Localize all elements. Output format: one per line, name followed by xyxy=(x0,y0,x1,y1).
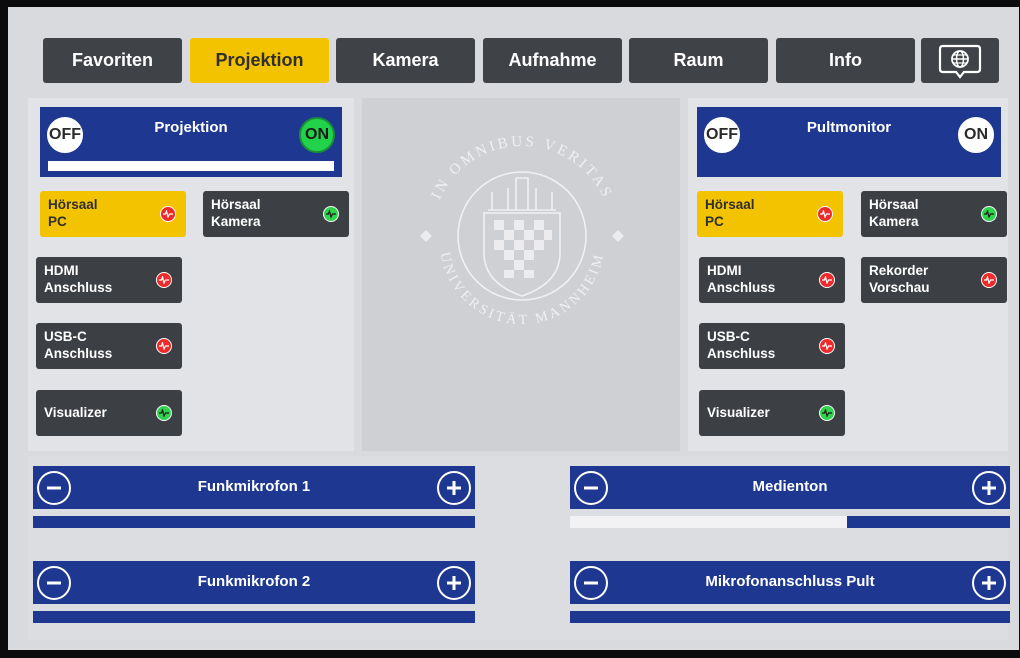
source-label: Hörsaal PC xyxy=(705,197,755,229)
right-source-hoersaal-pc[interactable]: Hörsaal PC xyxy=(697,191,843,237)
left-display-panel: OFF Projektion ON Hörsaal PC Hörsaal Kam… xyxy=(28,98,354,451)
tab-label: Projektion xyxy=(215,50,304,70)
volume-up-button[interactable] xyxy=(972,471,1006,505)
right-source-hoersaal-kamera[interactable]: Hörsaal Kamera xyxy=(861,191,1007,237)
touch-panel-screen: Favoriten Projektion Kamera Aufnahme Rau… xyxy=(8,7,1019,650)
tab-label: Kamera xyxy=(372,50,439,70)
volume-funkmikrofon-1: Funkmikrofon 1 xyxy=(33,466,475,530)
tab-label: Info xyxy=(829,50,862,70)
volume-mikrofonanschluss-pult: Mikrofonanschluss Pult xyxy=(570,561,1010,625)
volume-label: Mikrofonanschluss Pult xyxy=(705,573,875,590)
signal-green-icon xyxy=(819,405,835,421)
tab-aufnahme[interactable]: Aufnahme xyxy=(483,38,622,83)
volume-up-button[interactable] xyxy=(972,566,1006,600)
plus-icon xyxy=(982,576,996,590)
plus-icon xyxy=(447,576,461,590)
preview-area: IN OMNIBUS VERITAS UNIVERSITÄT MANNHEIM xyxy=(362,98,680,451)
left-source-hoersaal-kamera[interactable]: Hörsaal Kamera xyxy=(203,191,349,237)
source-label: Visualizer xyxy=(44,405,107,420)
source-label: Hörsaal Kamera xyxy=(211,197,261,229)
tab-kamera[interactable]: Kamera xyxy=(336,38,475,83)
signal-green-icon xyxy=(156,405,172,421)
signal-red-icon xyxy=(817,206,833,222)
right-source-usbc[interactable]: USB-C Anschluss xyxy=(699,323,845,369)
volume-slider[interactable] xyxy=(33,611,475,623)
volume-up-button[interactable] xyxy=(437,566,471,600)
tab-label: Aufnahme xyxy=(508,50,597,70)
source-label: HDMI Anschluss xyxy=(707,263,776,295)
tab-label: Favoriten xyxy=(71,50,154,70)
projektion-title: Projektion xyxy=(154,119,228,136)
svg-text:IN OMNIBUS VERITAS: IN OMNIBUS VERITAS xyxy=(429,134,616,202)
pultmonitor-title: Pultmonitor xyxy=(806,119,892,136)
on-label: ON xyxy=(305,126,329,143)
signal-red-icon xyxy=(819,272,835,288)
volume-slider[interactable] xyxy=(570,516,1010,528)
source-label: HDMI Anschluss xyxy=(44,263,113,295)
source-label: USB-C Anschluss xyxy=(707,329,776,361)
projektion-on-button[interactable]: ON xyxy=(299,117,335,153)
volume-label: Medienton xyxy=(752,478,828,495)
volume-slider[interactable] xyxy=(570,611,1010,623)
source-label: Hörsaal Kamera xyxy=(869,197,919,229)
source-label: Visualizer xyxy=(707,405,770,420)
globe-speech-bubble-icon xyxy=(938,44,982,79)
signal-green-icon xyxy=(323,206,339,222)
left-source-hoersaal-pc[interactable]: Hörsaal PC xyxy=(40,191,186,237)
pultmonitor-on-button[interactable]: ON xyxy=(958,117,994,153)
volume-medienton: Medienton xyxy=(570,466,1010,530)
on-label: ON xyxy=(964,126,988,143)
volume-up-button[interactable] xyxy=(437,471,471,505)
left-source-usbc[interactable]: USB-C Anschluss xyxy=(36,323,182,369)
tab-label: Raum xyxy=(673,50,724,70)
signal-green-icon xyxy=(981,206,997,222)
tab-favoriten[interactable]: Favoriten xyxy=(43,38,182,83)
projektion-header: OFF Projektion ON xyxy=(40,107,342,177)
tab-raum[interactable]: Raum xyxy=(629,38,768,83)
source-label: Hörsaal PC xyxy=(48,197,98,229)
right-source-visualizer[interactable]: Visualizer xyxy=(699,390,845,436)
volume-label: Funkmikrofon 2 xyxy=(197,573,311,590)
right-display-panel: OFF Pultmonitor ON Hörsaal PC Hörsaal Ka… xyxy=(688,98,1008,451)
volume-funkmikrofon-2: Funkmikrofon 2 xyxy=(33,561,475,625)
tab-info[interactable]: Info xyxy=(776,38,915,83)
tab-projektion[interactable]: Projektion xyxy=(190,38,329,83)
source-label: Rekorder Vorschau xyxy=(869,263,930,295)
right-source-hdmi[interactable]: HDMI Anschluss xyxy=(699,257,845,303)
right-source-rekorder-vorschau[interactable]: Rekorder Vorschau xyxy=(861,257,1007,303)
language-button[interactable] xyxy=(921,38,999,83)
volume-label: Funkmikrofon 1 xyxy=(197,478,311,495)
signal-red-icon xyxy=(981,272,997,288)
signal-red-icon xyxy=(160,206,176,222)
plus-icon xyxy=(447,481,461,495)
signal-red-icon xyxy=(156,272,172,288)
left-source-visualizer[interactable]: Visualizer xyxy=(36,390,182,436)
signal-red-icon xyxy=(819,338,835,354)
volume-fill xyxy=(570,516,848,528)
projektion-status-bar xyxy=(48,161,334,171)
plus-icon xyxy=(982,481,996,495)
volume-slider[interactable] xyxy=(33,516,475,528)
university-seal-watermark: IN OMNIBUS VERITAS UNIVERSITÄT MANNHEIM xyxy=(420,134,624,328)
left-source-hdmi[interactable]: HDMI Anschluss xyxy=(36,257,182,303)
pultmonitor-header: OFF Pultmonitor ON xyxy=(697,107,1001,177)
signal-red-icon xyxy=(156,338,172,354)
source-label: USB-C Anschluss xyxy=(44,329,113,361)
